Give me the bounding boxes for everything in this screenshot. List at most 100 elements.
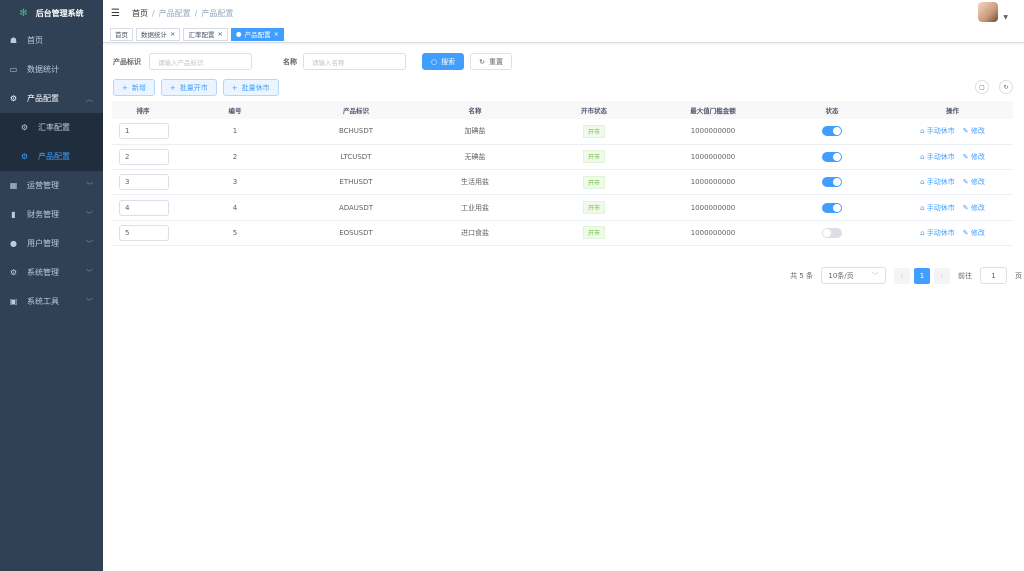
toolbox-icon: ▣ [9,297,18,306]
label: 修改 [970,228,985,237]
edit-button[interactable]: ✎ 修改 [963,153,985,161]
sidebar-item-product-config[interactable]: ⚙ 产品配置 ︿ [0,84,103,113]
name-cell: 加碘盐 [416,119,534,145]
tag-rate-config[interactable]: 汇率配置 × [183,27,228,41]
sidebar: ✻ 后台管理系统 ☗ 首页 ▭ 数据统计 ⚙ 产品配置 ︿ ⚙ 汇率配置 ⚙ 产品配置 ▦ 运营… [0,0,103,571]
tag-product-config[interactable]: ● 产品配置 × [230,27,285,41]
manual-close-button[interactable]: ⌂ 手动休市 [920,153,955,161]
status-toggle[interactable] [822,177,842,188]
sidebar-item-users[interactable]: ● 用户管理 ﹀ [0,229,103,258]
close-icon[interactable]: × [217,30,222,38]
lock-icon: ⌂ [920,127,925,136]
label: 首页 [27,36,43,45]
symbol-cell: ETHUSDT [296,169,416,196]
search-icon: ▢ [979,83,985,91]
sidebar-item-home[interactable]: ☗ 首页 [0,26,103,55]
edit-button[interactable]: ✎ 修改 [963,127,985,135]
column-header: 产品标识 [296,101,416,119]
goto-label: 前往 [958,271,972,280]
edit-icon: ✎ [962,152,969,161]
column-header: 最大值门槛金额 [654,101,772,119]
logo-icon: ✻ [19,7,28,19]
close-icon[interactable]: × [170,30,175,38]
toggle-search-button[interactable]: ▢ [975,80,989,94]
status-toggle[interactable] [822,126,842,137]
batch-open-button[interactable]: + 批量开市 [160,79,217,96]
page-1[interactable]: 1 [914,267,930,284]
dot-icon: ● [235,30,242,38]
label: 修改 [970,203,985,212]
gear-icon: ⚙ [9,94,18,103]
manual-close-button[interactable]: ⌂ 手动休市 [920,127,955,135]
batch-close-button[interactable]: + 批量休市 [222,79,279,96]
label: 系统管理 [27,268,59,277]
label: 手动休市 [926,178,955,187]
id-cell: 1 [174,119,296,145]
prev-page-button[interactable]: ‹ [894,267,910,284]
edit-button[interactable]: ✎ 修改 [963,178,985,186]
sidebar-item-system[interactable]: ⚙ 系统管理 ﹀ [0,258,103,287]
edit-button[interactable]: ✎ 修改 [963,204,985,212]
next-page-button[interactable]: › [934,267,950,284]
goto-input[interactable]: 1 [980,267,1007,284]
add-button[interactable]: + 新增 [113,79,155,96]
product-input[interactable]: 请输入产品标识 [149,53,252,70]
sort-input[interactable]: 4 [119,199,169,216]
name-cell: 进口食盐 [416,220,534,246]
label: 批量休市 [241,83,270,92]
label: 数据统计 [141,31,167,39]
breadcrumb: 首页 / 产品配置 / 产品配置 [131,8,234,18]
sort-input[interactable]: 3 [119,174,169,191]
sidebar-item-tools[interactable]: ▣ 系统工具 ﹀ [0,287,103,316]
status-toggle[interactable] [822,227,842,238]
gear-icon: ⚙ [20,152,29,161]
manual-close-button[interactable]: ⌂ 手动休市 [920,229,955,237]
close-icon[interactable]: × [274,30,279,38]
edit-button[interactable]: ✎ 修改 [963,229,985,237]
manual-close-button[interactable]: ⌂ 手动休市 [920,204,955,212]
status-toggle[interactable] [822,151,842,162]
chevron-down-icon: ﹀ [871,271,879,280]
user-icon: ● [10,239,17,248]
sidebar-item-stats[interactable]: ▭ 数据统计 [0,55,103,84]
avatar[interactable] [978,2,998,22]
refresh-button[interactable]: ↻ [999,80,1013,94]
sidebar-item-finance[interactable]: ▮ 财务管理 ﹀ [0,200,103,229]
product-table: 排序 编号 产品标识 名称 开市状态 最大值门槛金额 状态 操作 1 1 BCHUSDT 加碘… [112,101,1013,246]
search-button[interactable]: ○ 搜索 [422,53,465,70]
label: 手动休市 [926,127,955,136]
hamburger-icon[interactable]: ☰ [111,8,120,19]
plus-icon: + [122,83,128,92]
market-status-badge: 开市 [582,150,605,164]
chevron-up-icon: ︿ [86,94,93,103]
symbol-cell: LTCUSDT [296,144,416,171]
label: 新增 [131,83,146,92]
table-row: 5 5 EOSUSDT 进口食盐 开市 1000000000 ⌂ 手动休市 ✎ 修… [112,220,1013,246]
manual-close-button[interactable]: ⌂ 手动休市 [920,178,955,186]
name-cell: 生活用盐 [416,169,534,196]
id-cell: 5 [174,220,296,246]
chevron-down-icon: ﹀ [86,239,93,248]
tag-stats[interactable]: 数据统计 × [136,27,181,41]
name-input[interactable]: 请输入名称 [303,53,406,70]
page-size-select[interactable]: 10条/页 ﹀ [821,267,886,284]
tag-home[interactable]: 首页 [110,27,133,41]
sidebar-item-product-config-sub[interactable]: ⚙ 产品配置 [0,142,103,171]
caret-down-icon[interactable]: ▼ [1003,14,1008,21]
breadcrumb-home[interactable]: 首页 [132,9,148,18]
sort-input[interactable]: 1 [119,123,169,140]
page-suffix: 页 [1015,271,1022,280]
column-header: 排序 [112,101,174,119]
sidebar-item-operations[interactable]: ▦ 运营管理 ﹀ [0,171,103,200]
sidebar-item-rate-config[interactable]: ⚙ 汇率配置 [0,113,103,142]
table-row: 1 1 BCHUSDT 加碘盐 开市 1000000000 ⌂ 手动休市 ✎ 修改 [112,119,1013,145]
status-toggle[interactable] [822,202,842,213]
label: 产品配置 [38,152,70,161]
reset-button[interactable]: ↻ 重置 [470,53,512,70]
max-cell: 1000000000 [654,220,772,246]
sort-input[interactable]: 2 [119,148,169,165]
product-label: 产品标识 [113,57,141,66]
sort-input[interactable]: 5 [119,224,169,241]
edit-icon: ✎ [962,127,969,136]
table-row: 2 2 LTCUSDT 无碘盐 开市 1000000000 ⌂ 手动休市 ✎ 修改 [112,144,1013,171]
